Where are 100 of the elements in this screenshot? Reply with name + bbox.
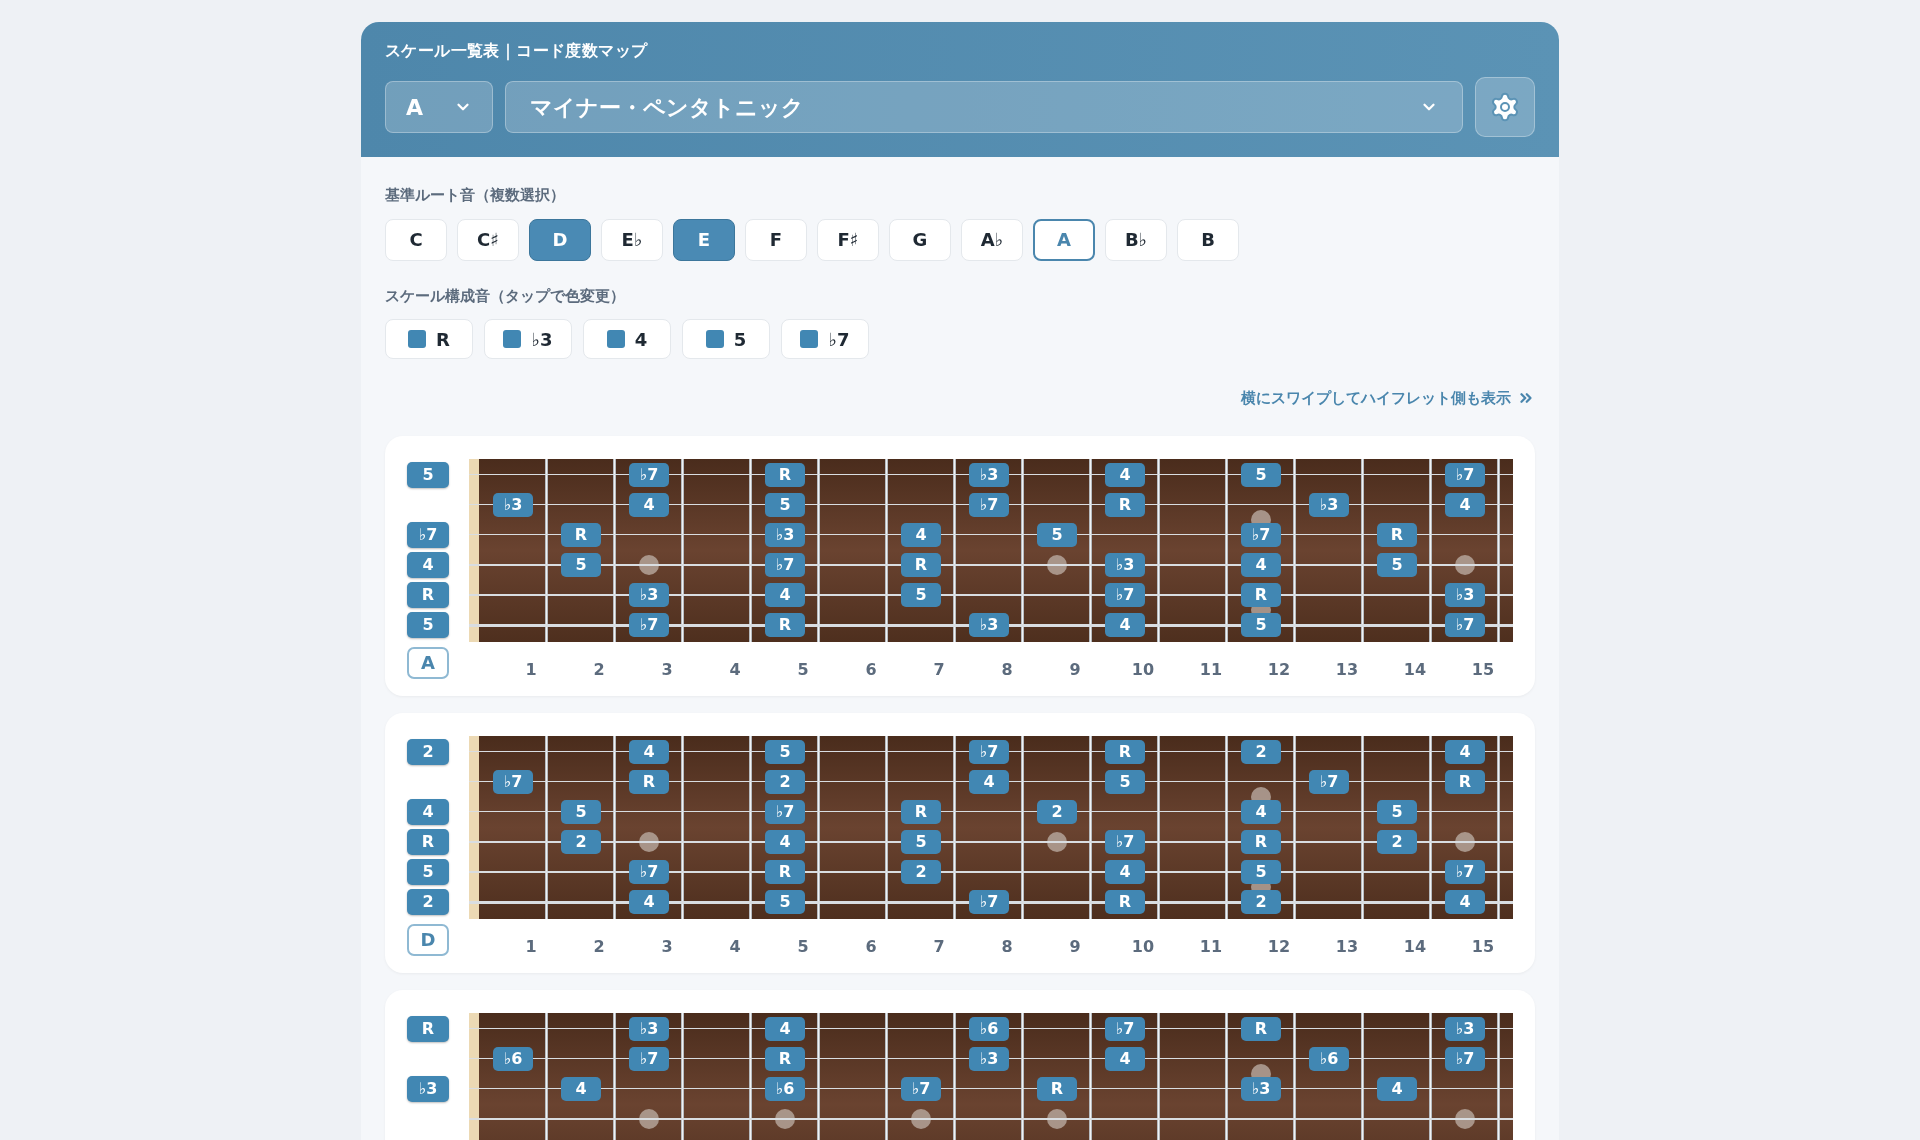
scale-note: ♭6 xyxy=(1309,1046,1349,1071)
fret-number: 4 xyxy=(728,658,742,681)
scale-note: 4 xyxy=(1445,889,1485,914)
scale-note: ♭7 xyxy=(1105,1016,1145,1041)
fret-number: 5 xyxy=(796,935,810,958)
scale-note: ♭7 xyxy=(1445,859,1485,884)
fret-number: 10 xyxy=(1130,935,1156,958)
scale-note: ♭7 xyxy=(969,739,1009,764)
scale-note: 5 xyxy=(561,552,601,577)
scale-note: ♭3 xyxy=(629,582,669,607)
scale-note: ♭7 xyxy=(765,799,805,824)
scale-note: 4 xyxy=(629,889,669,914)
scale-note: ♭7 xyxy=(493,769,533,794)
scale-note: R xyxy=(1377,522,1417,547)
scale-note: 4 xyxy=(629,492,669,517)
open-string-note: 4 xyxy=(407,798,449,825)
fret-number: 13 xyxy=(1334,935,1360,958)
fret-number: 14 xyxy=(1402,658,1428,681)
scale-note: 2 xyxy=(1037,799,1077,824)
scale-note: 2 xyxy=(561,829,601,854)
scale-note: 4 xyxy=(901,522,941,547)
scale-note: ♭7 xyxy=(765,552,805,577)
scale-note: ♭7 xyxy=(1309,769,1349,794)
root-marker: D xyxy=(407,923,449,956)
scale-tone-chip[interactable]: R xyxy=(385,319,473,359)
scale-note: ♭3 xyxy=(1445,582,1485,607)
scale-note: ♭7 xyxy=(629,859,669,884)
scale-note: 4 xyxy=(1105,1046,1145,1071)
swipe-hint: 横にスワイプしてハイフレット側も表示 xyxy=(1241,388,1511,409)
scale-note: ♭3 xyxy=(765,522,805,547)
scale-note: ♭7 xyxy=(629,1046,669,1071)
scale-note: 4 xyxy=(1241,552,1281,577)
scale-tone-chip[interactable]: 5 xyxy=(682,319,770,359)
scale-note: 5 xyxy=(901,829,941,854)
open-string-note: R xyxy=(407,1015,449,1042)
scale-note: ♭3 xyxy=(1241,1076,1281,1101)
root-marker: A xyxy=(407,646,449,679)
scale-note: 5 xyxy=(1377,799,1417,824)
fret-number: 6 xyxy=(864,935,878,958)
root-note-button[interactable]: A xyxy=(1033,218,1095,261)
scale-note: 4 xyxy=(1445,492,1485,517)
scale-note: ♭6 xyxy=(493,1046,533,1071)
scale-note: ♭3 xyxy=(629,1016,669,1041)
scale-note: 5 xyxy=(765,492,805,517)
section-label: スケール構成音（タップで色変更） xyxy=(385,285,626,307)
scale-note: ♭7 xyxy=(1445,462,1485,487)
open-string-note: 5 xyxy=(407,611,449,638)
open-string-note: 5 xyxy=(407,858,449,885)
scale-note: ♭7 xyxy=(969,492,1009,517)
fret-number: 12 xyxy=(1266,658,1292,681)
root-note-button[interactable]: F xyxy=(745,218,807,261)
scale-note: ♭7 xyxy=(629,612,669,637)
scale-note: 4 xyxy=(765,829,805,854)
root-note-button[interactable]: E xyxy=(673,218,735,261)
scale-note: R xyxy=(765,1046,805,1071)
scale-note: 5 xyxy=(901,582,941,607)
fret-number: 8 xyxy=(1000,658,1014,681)
root-note-button[interactable]: E♭ xyxy=(601,218,663,261)
scale-tone-chip[interactable]: ♭3 xyxy=(484,319,572,359)
fret-number: 11 xyxy=(1198,658,1224,681)
fret-number: 15 xyxy=(1470,935,1496,958)
root-note-button[interactable]: G xyxy=(889,218,951,261)
root-note-button[interactable]: B xyxy=(1177,218,1239,261)
fret-number: 15 xyxy=(1470,658,1496,681)
scale-note: 4 xyxy=(969,769,1009,794)
scale-note: ♭3 xyxy=(969,462,1009,487)
scale-note: ♭6 xyxy=(765,1076,805,1101)
scale-note: ♭7 xyxy=(1105,829,1145,854)
scale-note: R xyxy=(1241,582,1281,607)
root-note-button[interactable]: C xyxy=(385,218,447,261)
fret-number: 4 xyxy=(728,935,742,958)
scale-note: ♭3 xyxy=(1309,492,1349,517)
scale-note: 2 xyxy=(765,769,805,794)
root-note-button[interactable]: A♭ xyxy=(961,218,1023,261)
scale-note: ♭6 xyxy=(969,1016,1009,1041)
fret-number: 5 xyxy=(796,658,810,681)
scale-note: ♭3 xyxy=(969,612,1009,637)
open-string-note: ♭7 xyxy=(407,521,449,548)
fret-number: 7 xyxy=(932,658,946,681)
scale-note: 4 xyxy=(1105,612,1145,637)
fret-number: 2 xyxy=(592,658,606,681)
fret-number: 6 xyxy=(864,658,878,681)
root-note-button[interactable]: D xyxy=(529,218,591,261)
root-note-button[interactable]: C♯ xyxy=(457,218,519,261)
root-note-button[interactable]: B♭ xyxy=(1105,218,1167,261)
scale-note: ♭7 xyxy=(901,1076,941,1101)
scale-tone-chip[interactable]: 4 xyxy=(583,319,671,359)
open-string-note: R xyxy=(407,581,449,608)
scale-note: R xyxy=(1241,829,1281,854)
scale-note: 5 xyxy=(1037,522,1077,547)
scale-tone-chip[interactable]: ♭7 xyxy=(781,319,869,359)
scale-note: ♭3 xyxy=(1105,552,1145,577)
fret-number: 9 xyxy=(1068,658,1082,681)
root-note-button[interactable]: F♯ xyxy=(817,218,879,261)
scale-note: 2 xyxy=(901,859,941,884)
scale-note: ♭3 xyxy=(1445,1016,1485,1041)
scale-note: 5 xyxy=(561,799,601,824)
scale-note: 5 xyxy=(1377,552,1417,577)
section-label: 基準ルート音（複数選択） xyxy=(385,185,566,206)
scale-note: 5 xyxy=(1241,462,1281,487)
